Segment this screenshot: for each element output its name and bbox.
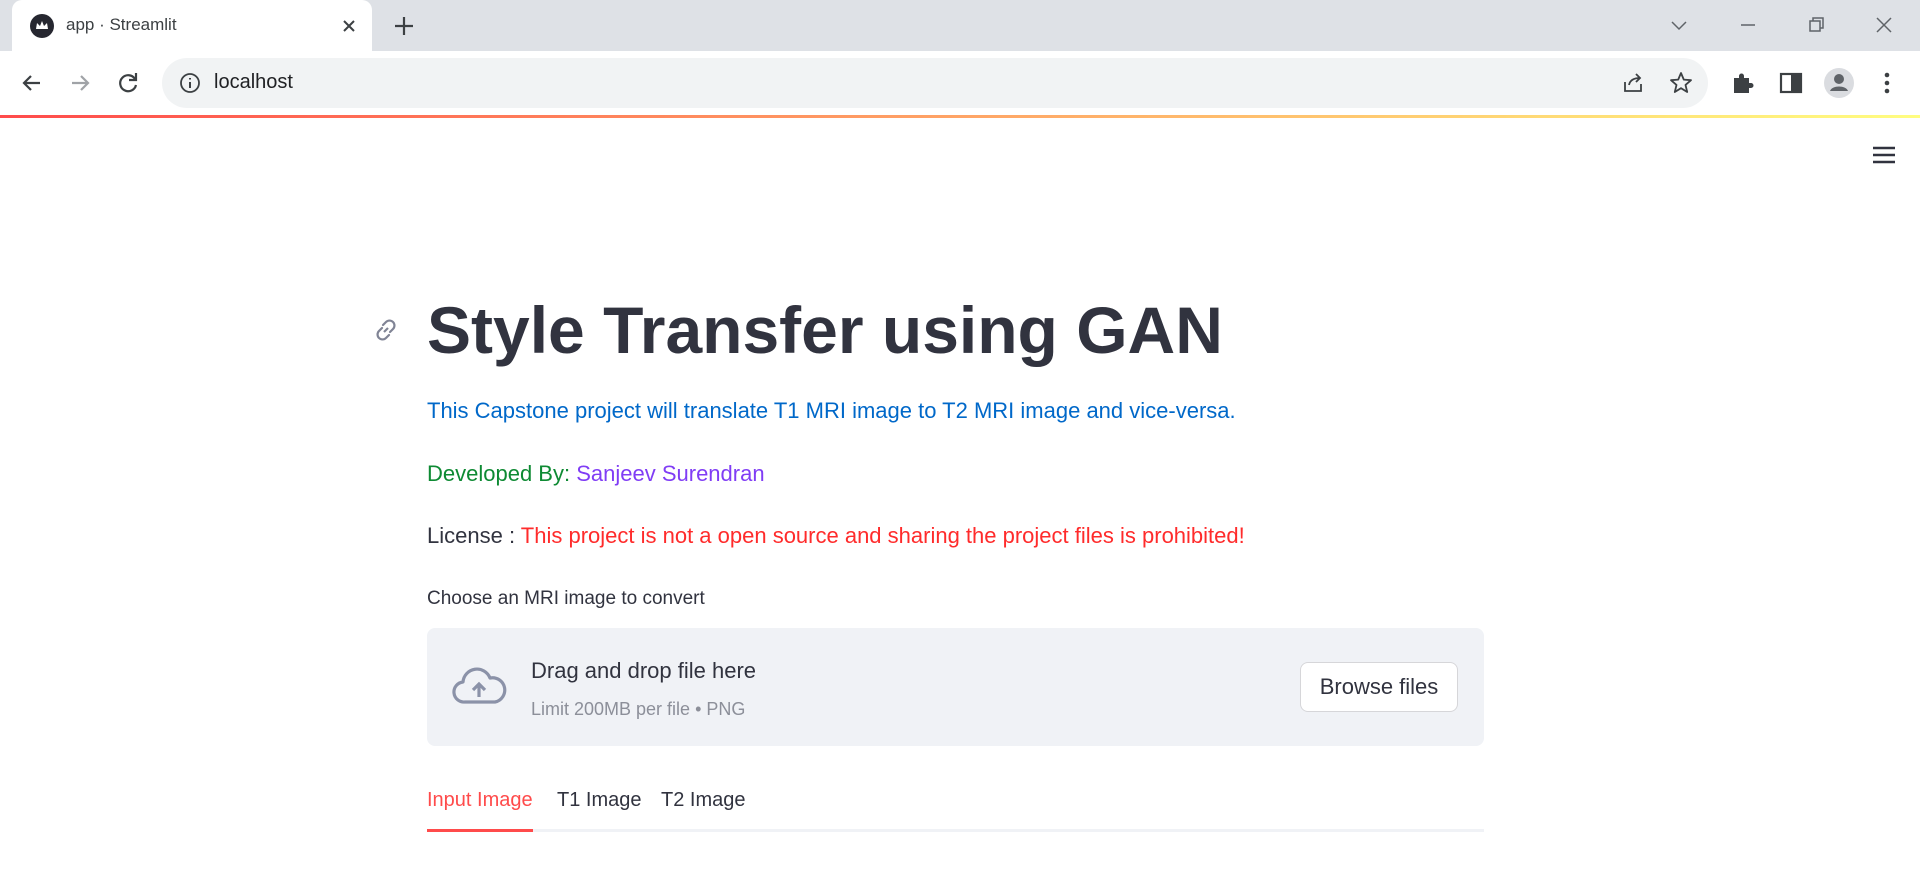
tab-list: Input Image T1 Image T2 Image <box>427 775 1484 835</box>
close-icon[interactable] <box>336 13 362 39</box>
tab-t2-image[interactable]: T2 Image <box>661 789 745 812</box>
browser-tabstrip: app · Streamlit <box>0 0 1920 51</box>
browser-tab[interactable]: app · Streamlit <box>12 0 372 51</box>
file-dropzone[interactable]: Drag and drop file here Limit 200MB per … <box>427 628 1484 746</box>
address-bar[interactable]: localhost <box>162 58 1708 108</box>
hamburger-menu-icon[interactable] <box>1869 140 1899 170</box>
dropzone-title: Drag and drop file here <box>531 658 757 683</box>
profile-icon[interactable] <box>1823 67 1855 99</box>
streamlit-favicon-icon <box>30 14 54 38</box>
developed-by-line: Developed By: Sanjeev Surendran <box>427 461 765 487</box>
tab-t1-image[interactable]: T1 Image <box>557 789 641 812</box>
close-window-icon[interactable] <box>1869 10 1899 40</box>
description-text: This Capstone project will translate T1 … <box>427 398 1236 423</box>
reload-icon[interactable] <box>112 67 144 99</box>
license-text: This project is not a open source and sh… <box>520 523 1245 548</box>
back-arrow-icon[interactable] <box>16 67 48 99</box>
page-title: Style Transfer using GAN <box>427 293 1223 367</box>
star-icon[interactable] <box>1668 70 1694 96</box>
license-line: License : This project is not a open sou… <box>427 523 1245 549</box>
kebab-menu-icon[interactable] <box>1871 67 1903 99</box>
tab-title: app · Streamlit <box>66 15 177 34</box>
developed-by-label: Developed By: <box>427 461 571 486</box>
license-label: License : <box>427 523 516 548</box>
active-tab-highlight <box>427 829 533 832</box>
tab-border <box>427 829 1484 832</box>
uploader-label: Choose an MRI image to convert <box>427 588 705 609</box>
url-text[interactable]: localhost <box>214 71 293 94</box>
restore-icon[interactable] <box>1801 10 1831 40</box>
dropzone-limit: Limit 200MB per file • PNG <box>531 699 746 719</box>
side-panel-icon[interactable] <box>1775 67 1807 99</box>
browse-files-button[interactable]: Browse files <box>1300 662 1458 712</box>
header-decoration-bar <box>0 115 1920 118</box>
plus-icon[interactable] <box>390 12 418 40</box>
extensions-icon[interactable] <box>1727 67 1759 99</box>
info-icon[interactable] <box>178 71 202 95</box>
developer-name: Sanjeev Surendran <box>576 461 765 486</box>
tab-input-image[interactable]: Input Image <box>427 789 533 812</box>
browser-toolbar: localhost <box>0 51 1920 115</box>
chevron-down-icon[interactable] <box>1664 10 1694 40</box>
share-icon[interactable] <box>1620 70 1646 96</box>
minimize-icon[interactable] <box>1733 10 1763 40</box>
cloud-upload-icon <box>451 664 507 708</box>
link-icon[interactable] <box>370 314 402 346</box>
forward-arrow-icon[interactable] <box>64 67 96 99</box>
